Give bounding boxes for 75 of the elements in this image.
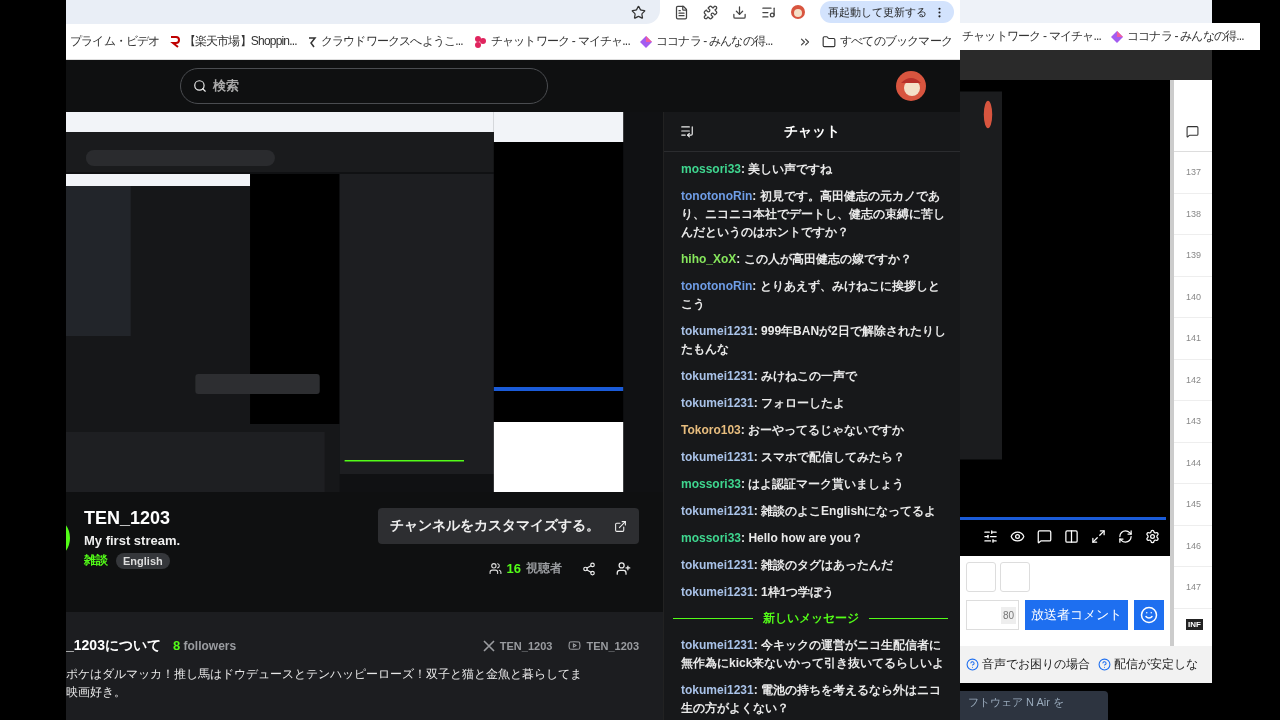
chat-message: tokumei1231: 雑談のよこEnglishになってるよ [681, 503, 938, 520]
question-icon [966, 657, 979, 671]
bookmark-link[interactable]: クラウドワークスへようこ... [306, 33, 463, 50]
chat-title: チャット [784, 122, 840, 141]
chat-message: Tokoro103: おーやってるじゃないですか [681, 422, 906, 439]
external-link-icon [614, 519, 627, 533]
search-icon [193, 79, 207, 93]
playlist-icon[interactable] [761, 4, 776, 20]
avatar[interactable] [896, 71, 926, 101]
bookmark-link[interactable]: チャットワーク - マイチャ... [472, 33, 630, 50]
bio-line: 映画好き。 [66, 684, 127, 701]
smiley-icon [1140, 606, 1158, 625]
new-messages-divider: 新しいメッセージ [762, 610, 859, 627]
chat-message: tonotonoRin: とりあえず、みけねこに挨拶しとこう [681, 278, 941, 313]
followers-label: followers [183, 639, 237, 653]
hook-icon [306, 35, 317, 48]
chat-message: tokumei1231: 999年BANが2日で解除されたりしたもんな [681, 323, 947, 358]
chat-message: tokumei1231: 1枠1つ学ぼう [681, 584, 836, 601]
help-link[interactable]: 音声でお困りの場合 [966, 655, 1090, 673]
profile-avatar-icon[interactable] [790, 4, 806, 20]
play-button-icon [568, 639, 582, 652]
chat-message: hiho_XoX: この人が高田健志の嫁ですか？ [681, 251, 913, 268]
x-icon [482, 639, 495, 652]
stream-title: My first stream. [84, 533, 181, 548]
viewers-icon [488, 562, 502, 575]
folder-icon [822, 34, 836, 49]
category-link[interactable]: 雑談 [84, 552, 108, 569]
character-count: 80 [1000, 606, 1016, 624]
bookmark-link[interactable]: ココナラ - みんなの得... [1111, 28, 1244, 46]
chat-message: mossori33: Hello how are you？ [681, 530, 865, 547]
info-badge: INF [1186, 618, 1203, 630]
r-logo-icon [169, 35, 180, 48]
flower-icon [472, 34, 487, 49]
star-icon[interactable] [631, 4, 646, 20]
chat-message: tokumei1231: 雑談のタグはあったんだ [681, 557, 895, 574]
help-link[interactable]: 配信が安定しな [1098, 655, 1198, 673]
chat-message: mossori33: はよ認証マーク貰いましょう [681, 476, 906, 493]
chat-message: tokumei1231: みけねこの一声で [681, 368, 859, 385]
share-icon[interactable] [582, 561, 596, 576]
viewer-count: 16 [506, 561, 521, 576]
comment-field[interactable]: 80 [966, 600, 1019, 631]
bookmark-link[interactable]: ココナラ - みんなの得... [639, 33, 773, 50]
customize-channel-button[interactable]: チャンネルをカスタマイズする。 [378, 508, 639, 544]
emoji-button[interactable] [1134, 600, 1164, 631]
followers-count: 8 [172, 638, 181, 653]
bookmark-link[interactable]: チャットワーク - マイチャ... [962, 28, 1102, 46]
user-plus-icon[interactable] [616, 561, 631, 576]
chat-message: tokumei1231: 今キックの運営がニコ生配信者に無作為にkick来ないかって引き抜いてるらしいよ [681, 637, 946, 672]
bookmark-link[interactable]: プライム・ビデオ [70, 33, 160, 50]
all-bookmarks-link[interactable]: すべてのブックマーク [822, 33, 960, 50]
channel-name: TEN_1203 [84, 508, 172, 529]
chat-message: tokumei1231: 電池の持ちを考えるなら外はニコ生の方がよくない？ [681, 682, 943, 717]
social-link[interactable]: TEN_1203 [482, 639, 553, 652]
comment-icon[interactable] [1186, 125, 1199, 139]
about-title: _1203について [66, 637, 161, 653]
chat-message: tonotonoRin: 初見です。高田健志の元カノであり、ニコニコ本社でデートし、健志の束縛に苦しんだというのはホントですか？ [681, 188, 946, 241]
document-icon[interactable] [674, 4, 689, 20]
tag[interactable]: English [116, 552, 170, 569]
puzzle-icon[interactable] [703, 4, 718, 20]
diamond-icon [1111, 30, 1124, 43]
social-link[interactable]: TEN_1203 [568, 639, 639, 652]
viewer-label: 視聴者 [526, 560, 562, 577]
restart-update-button[interactable]: 再起動して更新する [820, 1, 954, 23]
progress-bar[interactable] [960, 517, 1166, 521]
broadcaster-comment-button[interactable]: 放送者コメント [1025, 600, 1128, 631]
question-icon [1098, 657, 1111, 671]
chat-message: mossori33: 美しい声ですね [681, 161, 834, 178]
bio-line: ポケはダルマッカ！推し馬はドウデュースとテンハッピーローズ！双子と猫と金魚と暮らしてま [66, 666, 583, 683]
download-banner[interactable]: フトウェア N Air を [960, 690, 1108, 720]
collapse-icon[interactable] [680, 124, 694, 138]
diamond-icon [639, 35, 652, 48]
chat-message: tokumei1231: フォローしたよ [681, 395, 847, 412]
download-icon[interactable] [732, 4, 747, 20]
chat-message: tokumei1231: スマホで配信してみたら？ [681, 449, 907, 466]
bookmark-link[interactable]: 【楽天市場】Shoppin... [169, 33, 297, 50]
